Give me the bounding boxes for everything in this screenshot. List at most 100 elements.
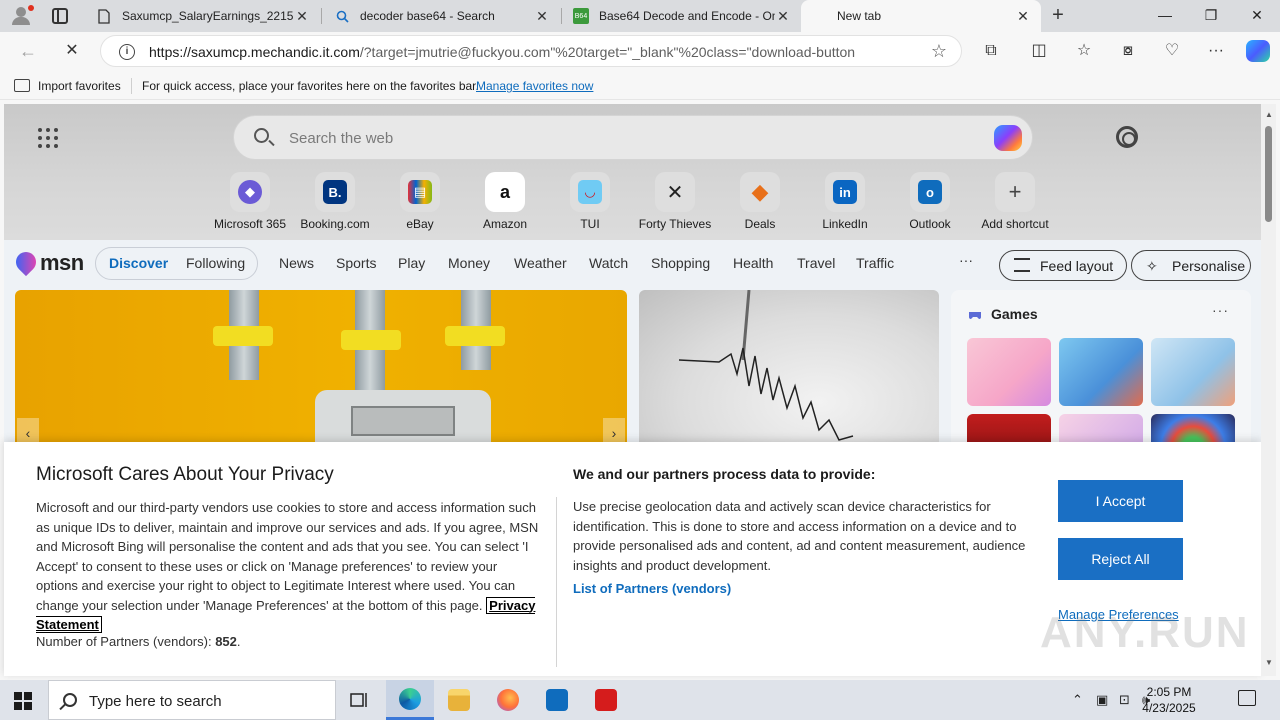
new-tab-button[interactable]: + [1046, 4, 1070, 28]
accept-button[interactable]: I Accept [1058, 480, 1183, 522]
outlook-taskbar-icon[interactable] [533, 680, 581, 720]
nav-more-icon[interactable]: ··· [959, 252, 973, 268]
msn-nav-bar: msn Discover Following News Sports Play … [4, 240, 1261, 286]
news-card-seismograph[interactable] [639, 290, 939, 450]
favorites-icon[interactable]: ☆ [1073, 40, 1095, 62]
copilot-icon[interactable] [1246, 40, 1270, 62]
feed-layout-button[interactable]: Feed layout [999, 250, 1127, 281]
shortcut-tui[interactable]: ◡ TUI [547, 172, 633, 231]
edge-taskbar-icon[interactable] [386, 680, 434, 720]
tab-strip: Saxumcp_SalaryEarnings_221505 ✕ decoder … [0, 0, 1280, 32]
shortcut-outlook[interactable]: o Outlook [887, 172, 973, 231]
reject-all-button[interactable]: Reject All [1058, 538, 1183, 580]
device-icon[interactable]: ▣ [1096, 692, 1108, 708]
profile-avatar-icon[interactable] [8, 4, 34, 28]
nav-health[interactable]: Health [733, 255, 773, 271]
manage-favorites-link[interactable]: Manage favorites now [476, 79, 593, 93]
tab-following[interactable]: Following [186, 255, 245, 271]
tab-decoder-search[interactable]: decoder base64 - Search ✕ [324, 0, 560, 32]
tab-saxumcp[interactable]: Saxumcp_SalaryEarnings_221505 ✕ [86, 0, 320, 32]
close-tab-icon[interactable]: ✕ [534, 8, 550, 25]
shortcut-booking[interactable]: B. Booking.com [292, 172, 378, 231]
nav-sports[interactable]: Sports [336, 255, 376, 271]
msn-logo[interactable]: msn [11, 247, 86, 277]
search-input[interactable]: Search the web [289, 130, 393, 147]
document-icon [96, 8, 112, 24]
news-card-gas-meter[interactable]: ‹ › [15, 290, 627, 450]
page-settings-icon[interactable] [1116, 126, 1138, 148]
page-scrollbar[interactable]: ▲ ▼ [1261, 104, 1276, 676]
import-favorites-button[interactable]: Import favorites [38, 79, 121, 93]
extensions-icon[interactable]: ⧉ [980, 40, 1002, 62]
shortcut-label: TUI [580, 217, 600, 231]
split-screen-icon[interactable]: ◫ [1028, 40, 1050, 62]
shortcut-linkedin[interactable]: in LinkedIn [802, 172, 888, 231]
favorite-star-icon[interactable]: ☆ [931, 41, 947, 62]
stop-loading-button[interactable]: ✕ [58, 38, 86, 64]
list-of-partners-link[interactable]: List of Partners (vendors) [573, 581, 731, 596]
browser-essentials-icon[interactable]: ♡ [1161, 40, 1183, 62]
nav-news[interactable]: News [279, 255, 314, 271]
tab-divider [561, 8, 562, 24]
url-text[interactable]: https://saxumcp.mechandic.it.com/?target… [149, 44, 855, 60]
taskbar-search-input[interactable]: Type here to search [89, 693, 222, 710]
collections-icon[interactable]: ⧇ [1117, 40, 1139, 62]
shortcut-add[interactable]: + Add shortcut [972, 172, 1058, 231]
back-button[interactable]: ← [14, 38, 42, 64]
close-tab-icon[interactable]: ✕ [775, 8, 791, 25]
file-explorer-icon[interactable] [435, 680, 483, 720]
scroll-up-icon[interactable]: ▲ [1265, 110, 1273, 119]
minimize-button[interactable]: — [1142, 0, 1188, 32]
tab-new-tab[interactable]: New tab ✕ [801, 0, 1041, 32]
nav-play[interactable]: Play [398, 255, 425, 271]
network-icon[interactable]: ⊡ [1119, 692, 1130, 708]
close-window-button[interactable]: ✕ [1234, 0, 1280, 32]
app-launcher-icon[interactable] [38, 128, 58, 148]
acrobat-icon[interactable] [582, 680, 630, 720]
scroll-down-icon[interactable]: ▼ [1265, 658, 1273, 667]
scroll-thumb[interactable] [1265, 126, 1272, 222]
msn-butterfly-icon [11, 247, 41, 277]
windows-start-icon[interactable] [14, 692, 32, 710]
sliders-icon [1014, 258, 1030, 272]
restore-button[interactable]: ❐ [1188, 0, 1234, 32]
nav-weather[interactable]: Weather [514, 255, 567, 271]
shortcut-label: LinkedIn [822, 217, 868, 231]
tab-actions-icon[interactable] [52, 8, 68, 24]
game-tile[interactable] [1151, 338, 1235, 406]
nav-traffic[interactable]: Traffic [856, 255, 894, 271]
nav-money[interactable]: Money [448, 255, 490, 271]
copilot-search-icon[interactable] [994, 125, 1022, 151]
firefox-icon[interactable] [484, 680, 532, 720]
show-hidden-icons-icon[interactable]: ⌃ [1072, 692, 1083, 708]
nav-watch[interactable]: Watch [589, 255, 628, 271]
nav-travel[interactable]: Travel [797, 255, 835, 271]
shortcut-amazon[interactable]: a Amazon [462, 172, 548, 231]
games-more-icon[interactable]: ··· [1212, 302, 1229, 318]
close-tab-icon[interactable]: ✕ [294, 8, 310, 25]
close-tab-icon[interactable]: ✕ [1015, 8, 1031, 25]
web-search-box[interactable]: Search the web [233, 115, 1033, 160]
microsoft-365-icon: ◆ [238, 180, 262, 204]
tab-discover[interactable]: Discover [109, 255, 168, 271]
site-info-icon[interactable]: i [119, 44, 135, 60]
shortcut-microsoft-365[interactable]: ◆ Microsoft 365 [207, 172, 293, 231]
shortcut-label: Forty Thieves [638, 217, 712, 231]
more-menu-icon[interactable]: ··· [1205, 40, 1227, 62]
tab-base64-decode[interactable]: B64 Base64 Decode and Encode - Onl ✕ [563, 0, 801, 32]
task-view-icon[interactable] [336, 680, 384, 720]
game-tile[interactable] [1059, 338, 1143, 406]
shortcut-forty-thieves[interactable]: ✕ Forty Thieves [632, 172, 718, 231]
notifications-icon[interactable] [1238, 690, 1256, 706]
privacy-consent-banner: Microsoft Cares About Your Privacy Micro… [4, 442, 1261, 676]
personalise-button[interactable]: ✧ Personalise [1131, 250, 1251, 281]
taskbar-clock[interactable]: 2:05 PM 4/23/2025 [1136, 684, 1202, 716]
shortcut-deals[interactable]: ◆ Deals [717, 172, 803, 231]
game-tile[interactable] [967, 338, 1051, 406]
address-bar[interactable]: i https://saxumcp.mechandic.it.com/?targ… [100, 35, 962, 67]
taskbar-search[interactable]: Type here to search [48, 680, 336, 720]
nav-shopping[interactable]: Shopping [651, 255, 710, 271]
shortcut-ebay[interactable]: ▤ eBay [377, 172, 463, 231]
tab-title: New tab [837, 9, 882, 23]
search-icon [63, 693, 77, 707]
